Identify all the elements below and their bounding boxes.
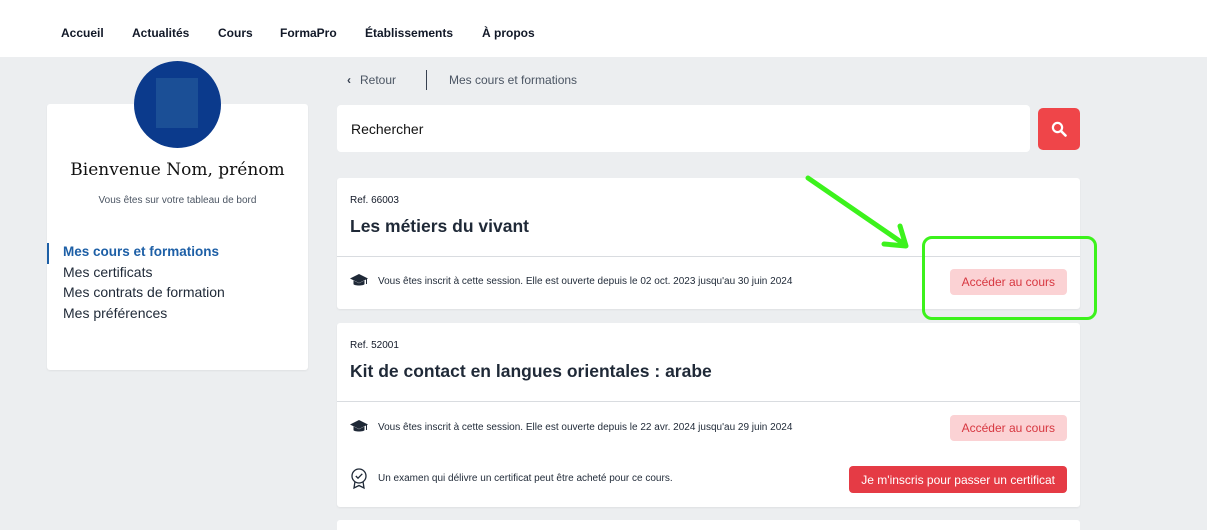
sidebar-item-mes-certificats[interactable]: Mes certificats [47, 264, 308, 285]
certificate-signup-button[interactable]: Je m'inscris pour passer un certificat [849, 466, 1067, 493]
access-course-button[interactable]: Accéder au cours [949, 415, 1067, 441]
nav-a-propos[interactable]: À propos [482, 26, 535, 40]
sidebar-item-mes-preferences[interactable]: Mes préférences [47, 305, 308, 326]
breadcrumb-current: Mes cours et formations [449, 73, 578, 87]
course-title[interactable]: Les métiers du vivant [350, 216, 529, 237]
sidebar-item-mes-contrats[interactable]: Mes contrats de formation [47, 284, 308, 305]
certificate-text: Un examen qui délivre un certificat peut… [378, 473, 673, 484]
search-icon [1051, 121, 1067, 137]
certificate-row: Un examen qui délivre un certificat peut… [350, 466, 1067, 493]
certificate-badge-icon [351, 468, 367, 490]
session-text: Vous êtes inscrit à cette session. Elle … [378, 422, 793, 433]
course-card: Ref. 52001 Kit de contact en langues ori… [337, 323, 1080, 507]
dashboard-subtitle: Vous êtes sur votre tableau de bord [98, 195, 257, 206]
course-ref: Ref. 66003 [350, 195, 399, 206]
nav-actualites[interactable]: Actualités [132, 26, 189, 40]
sidebar-menu: Mes cours et formations Mes certificats … [47, 243, 308, 325]
search-button[interactable] [1038, 108, 1080, 150]
top-navigation: Accueil Actualités Cours FormaPro Établi… [0, 0, 1207, 57]
welcome-heading: Bienvenue Nom, prénom [70, 160, 285, 180]
back-label: Retour [360, 73, 397, 87]
avatar-image [156, 78, 198, 128]
graduation-cap-icon [350, 274, 368, 286]
breadcrumb-separator [426, 70, 427, 90]
nav-etablissements[interactable]: Établissements [365, 26, 453, 40]
nav-accueil[interactable]: Accueil [61, 26, 104, 40]
course-divider [337, 401, 1080, 402]
avatar [134, 61, 221, 148]
session-row: Vous êtes inscrit à cette session. Elle … [350, 415, 1067, 441]
graduation-cap-icon [350, 420, 368, 432]
course-title[interactable]: Kit de contact en langues orientales : a… [350, 361, 712, 382]
chevron-left-icon: ‹ [347, 73, 351, 87]
sidebar-item-mes-cours[interactable]: Mes cours et formations [47, 243, 308, 264]
search-input[interactable] [337, 105, 1030, 152]
back-link[interactable]: ‹ Retour [347, 73, 396, 87]
course-ref: Ref. 52001 [350, 340, 399, 351]
annotation-arrow-icon [805, 175, 909, 249]
annotation-highlight-box [922, 236, 1097, 320]
session-text: Vous êtes inscrit à cette session. Elle … [378, 276, 793, 287]
nav-formapro[interactable]: FormaPro [280, 26, 337, 40]
nav-cours[interactable]: Cours [218, 26, 253, 40]
course-card [337, 520, 1080, 530]
